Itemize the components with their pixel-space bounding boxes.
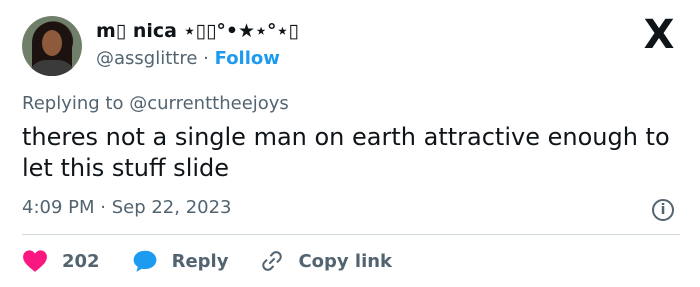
- x-logo-icon[interactable]: X: [638, 14, 680, 56]
- like-count: 202: [62, 250, 100, 272]
- replying-prefix: Replying to: [22, 93, 124, 114]
- reply-label: Reply: [171, 250, 229, 272]
- follow-button[interactable]: Follow: [215, 48, 280, 69]
- info-icon[interactable]: i: [652, 199, 674, 221]
- handle-row: @assglittre · Follow: [96, 48, 280, 69]
- heart-icon: [23, 250, 47, 272]
- display-name[interactable]: m▯ nica ⋆▯▯°•★⋆°⋆▯: [96, 20, 299, 42]
- tweet-text: theres not a single man on earth attract…: [22, 123, 670, 182]
- copy-link-button[interactable]: Copy link: [260, 249, 392, 273]
- avatar-face: [42, 30, 62, 56]
- copy-link-label: Copy link: [298, 250, 393, 272]
- action-bar: 202 Reply Copy link: [22, 246, 424, 276]
- timestamp[interactable]: 4:09 PM · Sep 22, 2023: [22, 197, 232, 218]
- reply-button[interactable]: Reply: [132, 249, 229, 273]
- divider: [22, 234, 680, 235]
- reply-bubble-icon: [133, 250, 156, 272]
- reply-mention-link[interactable]: @currenttheejoys: [129, 93, 289, 114]
- link-icon: [262, 251, 283, 271]
- like-button[interactable]: 202: [22, 249, 100, 273]
- handle[interactable]: @assglittre: [96, 48, 197, 69]
- avatar[interactable]: [22, 16, 82, 76]
- separator: ·: [203, 48, 209, 69]
- replying-to: Replying to @currenttheejoys: [22, 93, 289, 114]
